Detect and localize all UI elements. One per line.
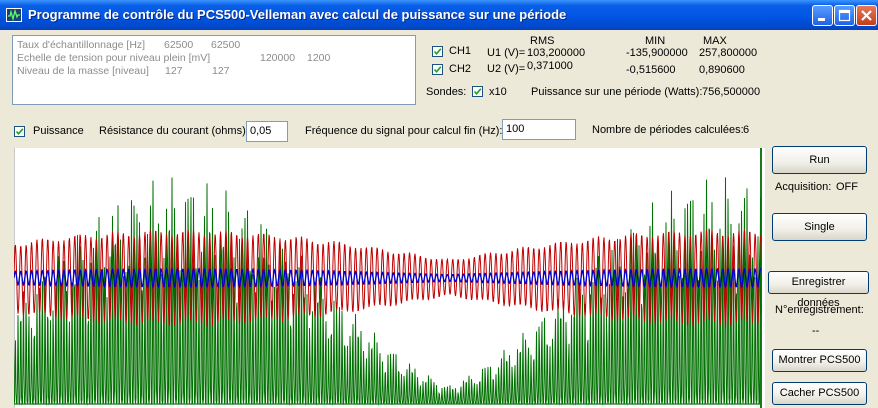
info-label: Niveau de la masse [niveau]	[17, 65, 149, 77]
single-button[interactable]: Single	[772, 213, 867, 241]
puissance-checkbox-label: Puissance	[33, 125, 84, 137]
info-value: 62500	[164, 39, 194, 51]
periods-value: 6	[743, 124, 750, 136]
acquisition-label: Acquisition:	[775, 181, 832, 193]
periods-label: Nombre de périodes calculées:	[592, 124, 744, 136]
acquisition-status: OFF	[836, 181, 858, 193]
u1-rms-value: 103,200000	[527, 47, 586, 59]
resistance-input[interactable]: 0,05	[246, 121, 288, 142]
check-mark-icon	[433, 66, 442, 74]
waveform-plot	[14, 148, 762, 408]
info-row-scale: Echelle de tension pour niveau plein [mV…	[17, 52, 330, 64]
close-button[interactable]	[856, 5, 877, 26]
u1-max-value: 257,800000	[699, 47, 758, 59]
ch1-checkbox[interactable]	[432, 46, 443, 57]
show-pcs500-button[interactable]: Montrer PCS500	[772, 349, 867, 372]
info-row-ground: Niveau de la masse [niveau] 127 127	[17, 65, 230, 77]
u2-label: U2 (V)=	[487, 63, 526, 75]
x10-checkbox[interactable]	[472, 86, 483, 97]
window-title: Programme de contrôle du PCS500-Velleman…	[28, 7, 567, 22]
oscilloscope-app-icon	[6, 8, 22, 22]
hide-pcs500-button[interactable]: Cacher PCS500	[772, 382, 867, 405]
maximize-icon	[838, 9, 851, 22]
run-button[interactable]: Run	[772, 146, 867, 174]
save-data-button[interactable]: Enregistrer données	[768, 271, 869, 309]
info-value: 127	[165, 65, 183, 77]
ch1-checkbox-label: CH1	[449, 45, 472, 57]
info-value: 127	[212, 65, 230, 77]
info-label: Echelle de tension pour niveau plein [mV…	[17, 52, 211, 64]
max-header: MAX	[703, 35, 727, 47]
ch2-checkbox-label: CH2	[449, 63, 472, 75]
title-bar[interactable]: Programme de contrôle du PCS500-Velleman…	[0, 0, 878, 30]
info-value: 62500	[211, 39, 241, 51]
info-label: Taux d'échantillonnage [Hz]	[17, 39, 146, 51]
minimize-button[interactable]	[812, 5, 833, 26]
oscilloscope-display[interactable]	[14, 148, 765, 408]
power-period-label: Puissance sur une période (Watts):	[531, 86, 703, 98]
info-value: 120000	[260, 52, 296, 64]
puissance-checkbox[interactable]	[14, 126, 25, 137]
probes-label: Sondes:	[426, 86, 467, 98]
record-number-label: N°enregistrement:	[775, 304, 864, 316]
maximize-button[interactable]	[834, 5, 855, 26]
frequency-input[interactable]: 100	[502, 119, 576, 140]
record-number-value: --	[812, 325, 820, 337]
info-value: 1200	[307, 52, 331, 64]
power-period-value: 756,500000	[702, 86, 761, 98]
min-header: MIN	[645, 35, 666, 47]
resistance-label: Résistance du courant (ohms):	[99, 125, 249, 137]
u2-rms-value: 0,371000	[527, 60, 573, 72]
rms-header: RMS	[530, 35, 555, 47]
acquisition-info-box[interactable]: Taux d'échantillonnage [Hz] 62500 62500 …	[12, 35, 416, 105]
u1-min-value: -135,900000	[626, 47, 688, 59]
check-mark-icon	[433, 48, 442, 56]
frequency-label: Fréquence du signal pour calcul fin (Hz)…	[305, 125, 503, 137]
check-mark-icon	[15, 128, 24, 136]
u2-min-value: -0,515600	[626, 64, 676, 76]
u2-max-value: 0,890600	[699, 64, 745, 76]
check-mark-icon	[473, 88, 482, 96]
info-row-sampling: Taux d'échantillonnage [Hz] 62500 62500	[17, 39, 240, 51]
ch2-checkbox[interactable]	[432, 64, 443, 75]
application-window: Programme de contrôle du PCS500-Velleman…	[0, 0, 878, 408]
u1-label: U1 (V)=	[487, 47, 526, 59]
close-icon	[861, 10, 872, 21]
minimize-icon	[818, 18, 825, 21]
x10-checkbox-label: x10	[489, 86, 507, 98]
